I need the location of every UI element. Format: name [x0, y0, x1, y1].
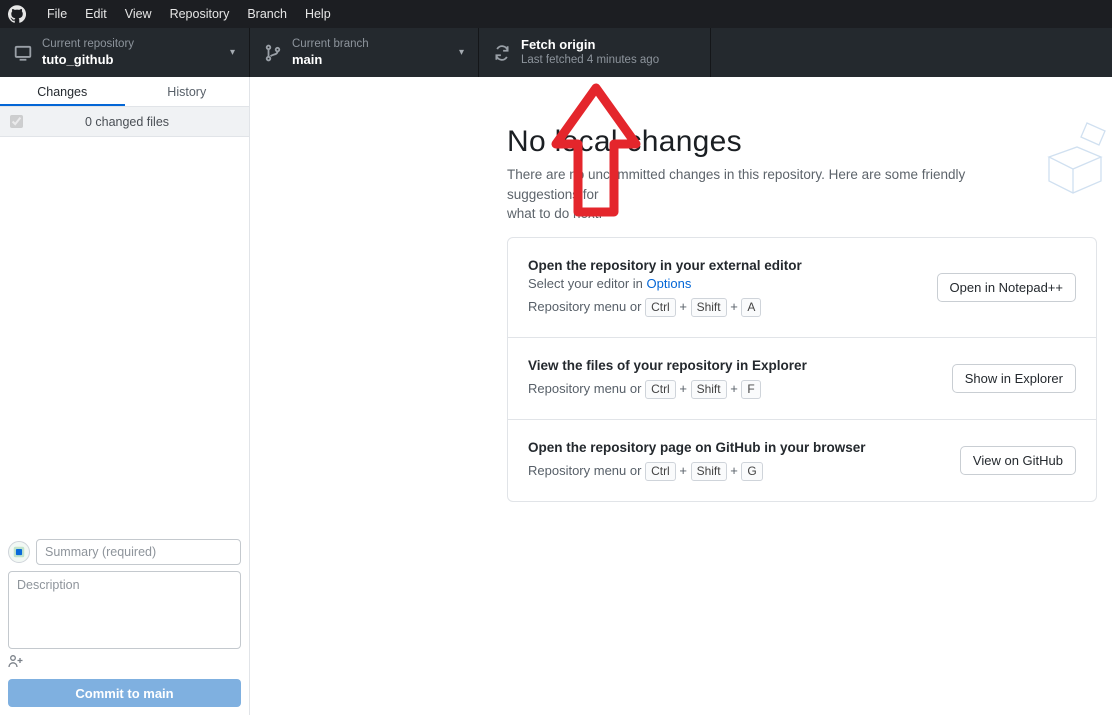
- suggestion-cards: Open the repository in your external edi…: [507, 237, 1097, 502]
- commit-btn-branch: main: [143, 686, 173, 701]
- options-link[interactable]: Options: [647, 276, 692, 291]
- branch-value: main: [292, 52, 369, 68]
- tab-history[interactable]: History: [125, 77, 250, 106]
- view-on-github-button[interactable]: View on GitHub: [960, 446, 1076, 475]
- main-pane: No local changes There are no uncommitte…: [250, 77, 1112, 715]
- fetch-status: Last fetched 4 minutes ago: [521, 53, 659, 67]
- sync-icon: [493, 44, 511, 62]
- page-title: No local changes: [507, 125, 1007, 159]
- chevron-down-icon: ▾: [459, 47, 464, 58]
- repo-label: Current repository: [42, 37, 134, 51]
- changes-list-empty: [0, 137, 249, 531]
- card-title: Open the repository in your external edi…: [528, 258, 802, 273]
- add-coauthor-icon[interactable]: [8, 653, 241, 669]
- menubar: File Edit View Repository Branch Help: [0, 0, 1112, 28]
- current-repository-selector[interactable]: Current repository tuto_github ▾: [0, 28, 250, 77]
- menu-view[interactable]: View: [116, 7, 161, 21]
- card-title: Open the repository page on GitHub in yo…: [528, 440, 866, 455]
- changes-header: 0 changed files: [0, 107, 249, 137]
- git-branch-icon: [264, 44, 282, 62]
- card-open-editor: Open the repository in your external edi…: [508, 238, 1096, 338]
- branch-label: Current branch: [292, 37, 369, 51]
- fetch-origin-button[interactable]: Fetch origin Last fetched 4 minutes ago: [479, 28, 711, 77]
- card-hint: Repository menu or Ctrl + Shift + G: [528, 462, 866, 481]
- illustration-boxes-icon: [1042, 119, 1112, 212]
- card-view-github: Open the repository page on GitHub in yo…: [508, 420, 1096, 501]
- tab-changes[interactable]: Changes: [0, 77, 125, 106]
- sidebar: Changes History 0 changed files Commit t…: [0, 77, 250, 715]
- commit-summary-input[interactable]: [36, 539, 241, 565]
- commit-description-input[interactable]: [8, 571, 241, 649]
- repo-value: tuto_github: [42, 52, 134, 68]
- card-sub: Select your editor in Options: [528, 276, 802, 291]
- github-logo-icon: [8, 5, 26, 23]
- menu-file[interactable]: File: [38, 7, 76, 21]
- chevron-down-icon: ▾: [230, 47, 235, 58]
- card-hint: Repository menu or Ctrl + Shift + A: [528, 298, 802, 317]
- desktop-icon: [14, 44, 32, 62]
- card-hint: Repository menu or Ctrl + Shift + F: [528, 380, 807, 399]
- commit-button[interactable]: Commit to main: [8, 679, 241, 707]
- changes-count-label: 0 changed files: [33, 115, 221, 129]
- commit-btn-prefix: Commit to: [75, 686, 143, 701]
- show-in-explorer-button[interactable]: Show in Explorer: [952, 364, 1076, 393]
- menu-repository[interactable]: Repository: [161, 7, 239, 21]
- current-branch-selector[interactable]: Current branch main ▾: [250, 28, 479, 77]
- menu-branch[interactable]: Branch: [238, 7, 296, 21]
- avatar-icon: [8, 541, 30, 563]
- commit-form: Commit to main: [0, 531, 249, 715]
- open-in-editor-button[interactable]: Open in Notepad++: [937, 273, 1076, 302]
- fetch-label: Fetch origin: [521, 37, 659, 53]
- card-show-explorer: View the files of your repository in Exp…: [508, 338, 1096, 420]
- menu-help[interactable]: Help: [296, 7, 340, 21]
- menu-edit[interactable]: Edit: [76, 7, 116, 21]
- sidebar-tabs: Changes History: [0, 77, 249, 107]
- toolbar: Current repository tuto_github ▾ Current…: [0, 28, 1112, 77]
- card-title: View the files of your repository in Exp…: [528, 358, 807, 373]
- page-subtitle: There are no uncommitted changes in this…: [507, 165, 1007, 224]
- select-all-checkbox[interactable]: [10, 115, 23, 128]
